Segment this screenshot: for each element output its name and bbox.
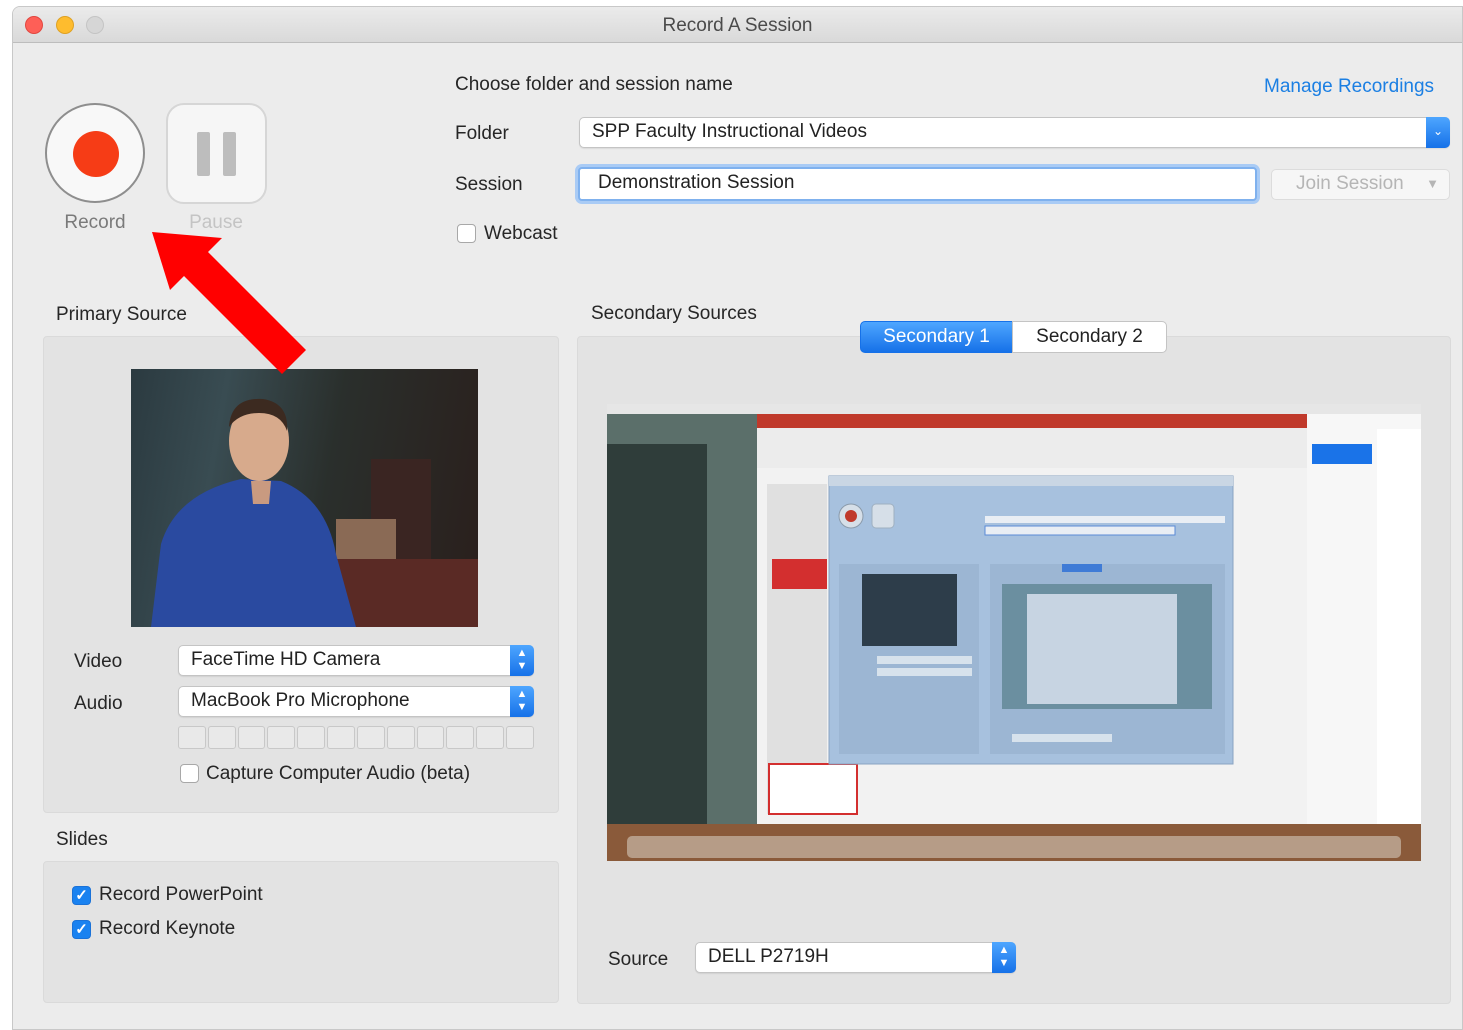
record-powerpoint-label: Record PowerPoint bbox=[99, 884, 263, 905]
camera-preview-image bbox=[151, 398, 478, 627]
updown-chevron-icon: ▲ ▼ bbox=[510, 645, 534, 676]
source-select[interactable]: DELL P2719H ▲ ▼ bbox=[695, 942, 1016, 973]
session-heading: Choose folder and session name bbox=[455, 74, 733, 95]
chevron-down-icon: ⌄ bbox=[1426, 117, 1450, 148]
pause-button[interactable] bbox=[166, 103, 267, 204]
title-bar: Record A Session bbox=[13, 7, 1462, 43]
webcast-label: Webcast bbox=[484, 223, 558, 244]
tab-secondary-2[interactable]: Secondary 2 bbox=[1012, 321, 1167, 353]
capture-audio-checkbox[interactable] bbox=[180, 764, 199, 783]
capture-audio-label: Capture Computer Audio (beta) bbox=[206, 763, 471, 784]
manage-recordings-link[interactable]: Manage Recordings bbox=[1264, 76, 1434, 98]
record-keynote-label: Record Keynote bbox=[99, 918, 236, 939]
video-label: Video bbox=[74, 651, 123, 672]
join-session-button[interactable]: Join Session ▼ bbox=[1271, 169, 1450, 200]
audio-level-meter bbox=[178, 726, 534, 749]
video-select[interactable]: FaceTime HD Camera ▲ ▼ bbox=[178, 645, 534, 676]
record-keynote-checkbox[interactable]: ✓ bbox=[72, 920, 91, 939]
folder-select[interactable]: SPP Faculty Instructional Videos ⌄ bbox=[579, 117, 1450, 148]
folder-label: Folder bbox=[455, 123, 509, 144]
audio-value: MacBook Pro Microphone bbox=[191, 690, 410, 711]
red-annotation-arrow-icon bbox=[152, 232, 306, 374]
screen-preview bbox=[607, 404, 1421, 861]
tab-secondary-1[interactable]: Secondary 1 bbox=[860, 321, 1013, 353]
camera-preview bbox=[131, 369, 478, 627]
record-powerpoint-checkbox[interactable]: ✓ bbox=[72, 886, 91, 905]
source-label: Source bbox=[608, 949, 669, 970]
source-value: DELL P2719H bbox=[708, 946, 829, 967]
record-session-window: Record A Session Record Pause Choose fol… bbox=[12, 6, 1463, 1030]
slides-heading: Slides bbox=[56, 829, 108, 850]
chevron-down-icon: ▼ bbox=[1426, 176, 1439, 191]
session-name-input[interactable]: Demonstration Session bbox=[578, 167, 1257, 201]
session-label: Session bbox=[455, 174, 523, 195]
window-title: Record A Session bbox=[662, 15, 813, 36]
updown-chevron-icon: ▲ ▼ bbox=[992, 942, 1016, 973]
screen-preview-image bbox=[607, 404, 1421, 861]
record-dot-icon bbox=[73, 131, 119, 177]
audio-label: Audio bbox=[74, 693, 123, 714]
join-session-label: Join Session bbox=[1296, 173, 1404, 194]
record-label: Record bbox=[64, 212, 126, 233]
webcast-checkbox[interactable] bbox=[457, 224, 476, 243]
secondary-sources-heading: Secondary Sources bbox=[591, 303, 757, 324]
audio-select[interactable]: MacBook Pro Microphone ▲ ▼ bbox=[178, 686, 534, 717]
record-button[interactable] bbox=[45, 103, 145, 203]
folder-value: SPP Faculty Instructional Videos bbox=[592, 121, 867, 142]
updown-chevron-icon: ▲ ▼ bbox=[510, 686, 534, 717]
video-value: FaceTime HD Camera bbox=[191, 649, 381, 670]
